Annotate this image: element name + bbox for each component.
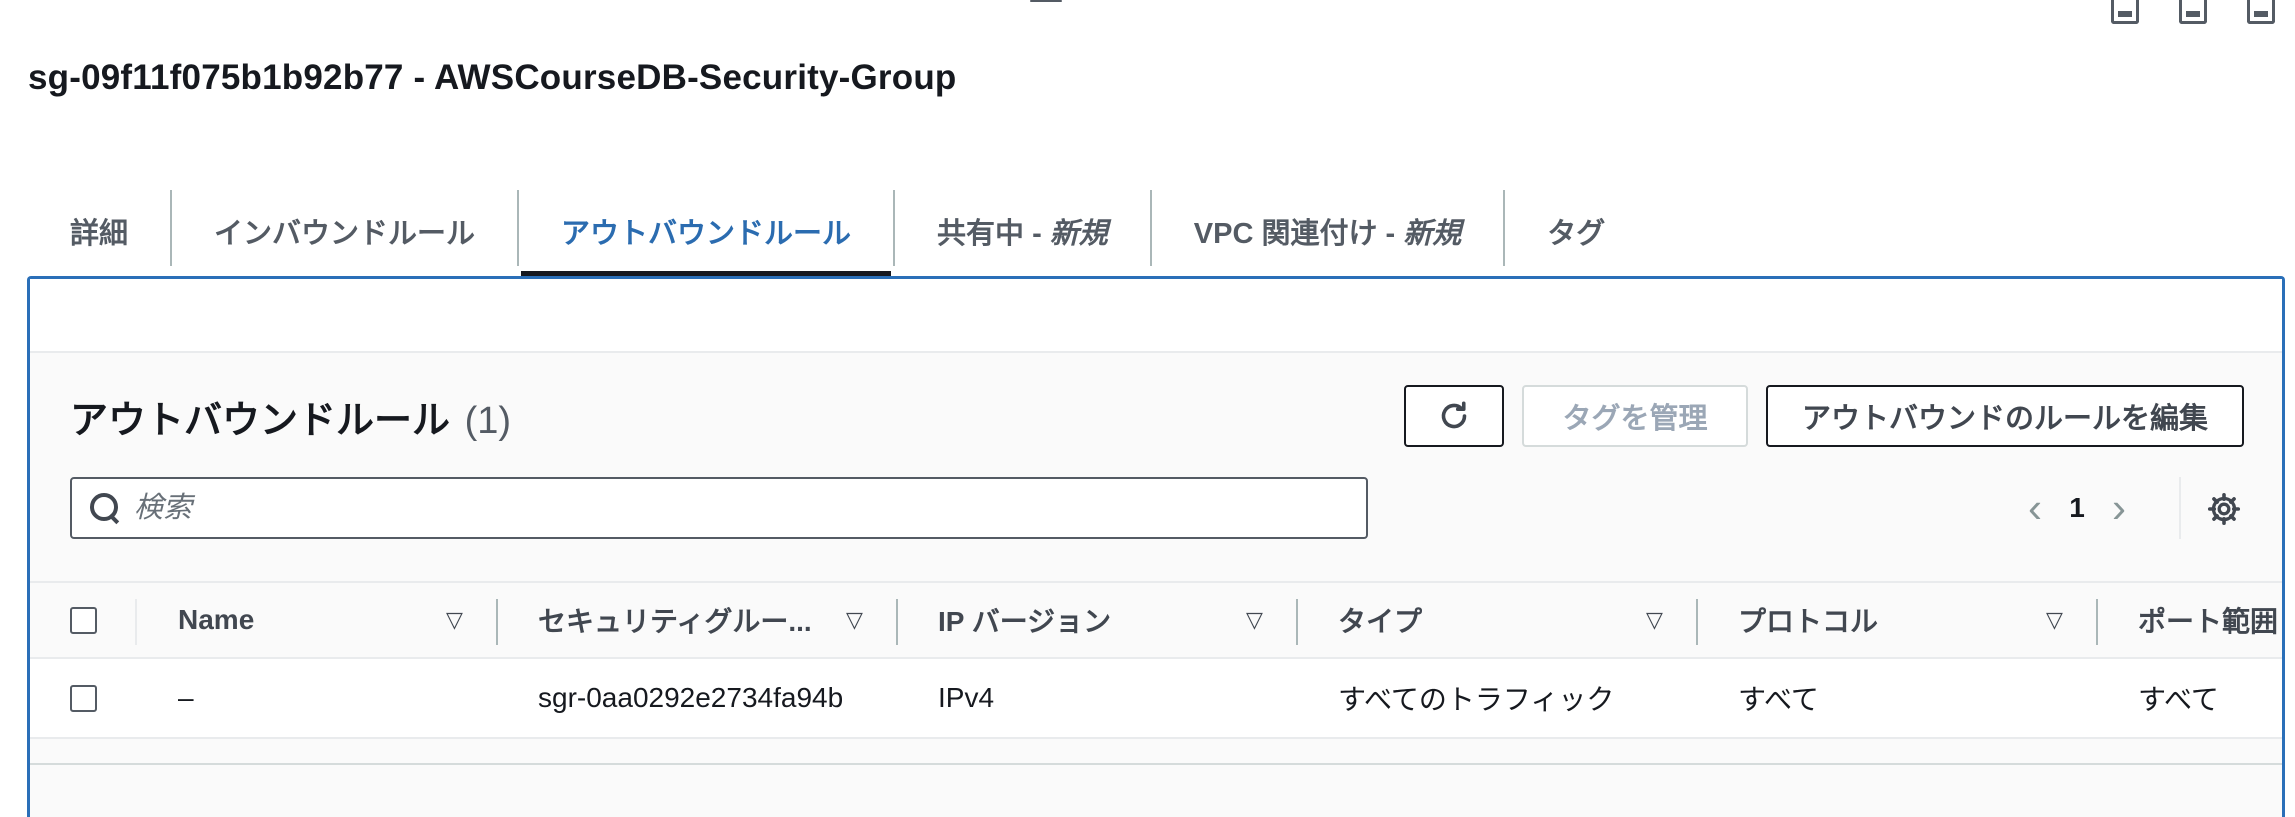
select-all-checkbox[interactable] xyxy=(70,606,97,634)
search-icon xyxy=(88,491,122,525)
column-resizer[interactable] xyxy=(1696,599,1698,645)
pagination: ‹ 1 › xyxy=(2015,477,2139,539)
outbound-rules-panel: アウトバウンドルール (1) タグを管理 アウトバウンドのルールを編集 ‹ 1 … xyxy=(27,276,2285,817)
column-header-protocol[interactable]: プロトコル xyxy=(1738,583,1878,657)
panel-side-icon[interactable] xyxy=(2179,0,2207,24)
outbound-rules-table: Name ▽ セキュリティグルー... ▽ IP バージョン ▽ タイプ ▽ プ… xyxy=(30,581,2282,739)
select-all-cell xyxy=(70,583,97,657)
pager-divider xyxy=(2179,477,2181,539)
section-title-text: アウトバウンドルール xyxy=(70,400,451,442)
sort-icon[interactable]: ▽ xyxy=(1246,583,1263,657)
search-field xyxy=(70,477,1368,539)
cell-name: – xyxy=(178,682,194,713)
sort-icon[interactable]: ▽ xyxy=(2046,583,2063,657)
tab-vpc-associations[interactable]: VPC 関連付け - 新規 xyxy=(1152,186,1503,276)
tab-bar: 詳細 インバウンドルール アウトバウンドルール 共有中 - 新規 VPC 関連付… xyxy=(28,186,1647,276)
column-header-port-range[interactable]: ポート範囲 xyxy=(2138,583,2278,657)
tab-label: タグ xyxy=(1547,218,1606,250)
column-resizer[interactable] xyxy=(1296,599,1298,645)
panel-full-icon[interactable] xyxy=(2247,0,2275,24)
column-resizer[interactable] xyxy=(2096,599,2098,645)
gear-icon[interactable] xyxy=(2206,491,2242,527)
tab-sharing[interactable]: 共有中 - 新規 xyxy=(895,186,1150,276)
edit-outbound-rules-button[interactable]: アウトバウンドのルールを編集 xyxy=(1766,385,2244,447)
column-resizer[interactable] xyxy=(896,599,898,645)
panel-top-area xyxy=(30,279,2282,353)
sort-icon[interactable]: ▽ xyxy=(846,583,863,657)
sort-icon[interactable]: ▽ xyxy=(446,583,463,657)
column-header-name[interactable]: Name xyxy=(178,583,254,657)
tab-label: VPC 関連付け - xyxy=(1193,218,1396,250)
sort-icon[interactable]: ▽ xyxy=(1646,583,1663,657)
cell-protocol: すべて xyxy=(1738,684,1819,715)
column-header-security-group-rule-id[interactable]: セキュリティグルー... xyxy=(538,583,812,657)
panel-drag-handle[interactable] xyxy=(1030,0,1062,10)
tab-inbound-rules[interactable]: インバウンドルール xyxy=(172,186,517,276)
new-badge: 新規 xyxy=(1049,218,1108,250)
tab-label: インバウンドルール xyxy=(214,218,476,250)
cell-ip-version: IPv4 xyxy=(938,682,995,713)
column-header-ip-version[interactable]: IP バージョン xyxy=(938,583,1111,657)
column-resizer[interactable] xyxy=(496,599,498,645)
search-input[interactable] xyxy=(134,491,1334,525)
tab-outbound-rules[interactable]: アウトバウンドルール xyxy=(519,186,893,276)
table-footer xyxy=(30,763,2282,817)
column-header-type[interactable]: タイプ xyxy=(1338,583,1422,657)
refresh-button[interactable] xyxy=(1404,385,1504,447)
cell-security-group-rule-id: sgr-0aa0292e2734fa94b xyxy=(538,682,844,713)
panel-layout-controls xyxy=(2111,0,2275,24)
tab-label: アウトバウンドルール xyxy=(561,218,852,250)
cell-type: すべてのトラフィック xyxy=(1338,684,1615,715)
chevron-right-icon[interactable]: › xyxy=(2099,487,2139,529)
tab-label: 詳細 xyxy=(70,218,129,250)
section-title: アウトバウンドルール (1) xyxy=(70,389,511,444)
table-header: Name ▽ セキュリティグルー... ▽ IP バージョン ▽ タイプ ▽ プ… xyxy=(30,581,2282,659)
page-number[interactable]: 1 xyxy=(2055,492,2099,524)
row-checkbox[interactable] xyxy=(70,684,97,712)
panel-body: アウトバウンドルール (1) タグを管理 アウトバウンドのルールを編集 ‹ 1 … xyxy=(30,353,2282,817)
panel-bottom-icon[interactable] xyxy=(2111,0,2139,24)
page-title: sg-09f11f075b1b92b77 - AWSCourseDB-Secur… xyxy=(28,58,957,97)
refresh-icon xyxy=(1441,401,1467,429)
chevron-left-icon[interactable]: ‹ xyxy=(2015,487,2055,529)
tab-tags[interactable]: タグ xyxy=(1505,186,1647,276)
new-badge: 新規 xyxy=(1403,218,1462,250)
column-divider xyxy=(135,599,137,645)
tab-label: 共有中 - xyxy=(937,218,1042,250)
row-select-cell xyxy=(70,659,97,737)
table-row[interactable]: – sgr-0aa0292e2734fa94b IPv4 すべてのトラフィック … xyxy=(30,659,2282,739)
tab-details[interactable]: 詳細 xyxy=(28,186,170,276)
manage-tags-button[interactable]: タグを管理 xyxy=(1522,385,1748,447)
cell-port-range: すべて xyxy=(2138,684,2219,715)
rule-count: (1) xyxy=(464,400,512,442)
